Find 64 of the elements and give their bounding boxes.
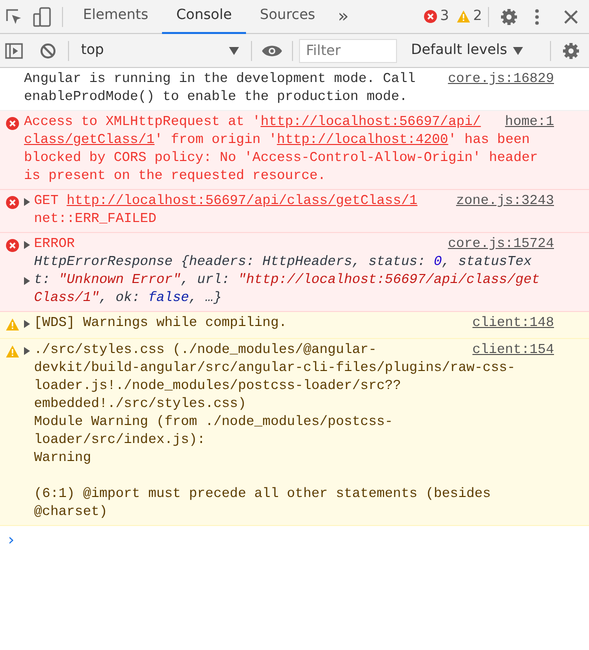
message-text: devkit/build-angular/src/angular-cli-files/plugins/raw-css- xyxy=(34,360,516,378)
expand-triangle-icon[interactable] xyxy=(24,320,30,328)
message-text: HttpErrorResponse {headers: HttpHeaders, status: 0, statusTex xyxy=(34,254,532,272)
source-link[interactable]: core.js:15724 xyxy=(448,236,554,254)
console-prompt[interactable]: › xyxy=(8,530,14,549)
more-options-icon[interactable] xyxy=(535,8,539,24)
message-text: embedded!./src/styles.css) xyxy=(34,396,246,414)
source-link[interactable]: client:154 xyxy=(472,342,554,360)
device-icon[interactable] xyxy=(32,6,52,26)
message-text: Angular is running in the development mode. Call xyxy=(24,71,416,89)
message-text: Module Warning (from ./node_modules/postcss- xyxy=(34,414,393,432)
warning-icon xyxy=(6,318,19,331)
url-link[interactable]: http://localhost:56697/api/ xyxy=(260,115,481,130)
tab[interactable]: Sources xyxy=(246,0,330,34)
warning-icon xyxy=(457,10,470,23)
message-text: ./src/styles.css (./node_modules/@angular- xyxy=(34,342,377,360)
url-link[interactable]: http://localhost:56697/api/class/getClass/1 xyxy=(66,194,418,209)
source-link[interactable]: client:148 xyxy=(472,315,554,333)
warning-count: 2 xyxy=(473,7,482,26)
close-icon[interactable] xyxy=(564,10,578,24)
message-text: t: "Unknown Error", url: "http://localhost:56697/api/class/get xyxy=(34,272,540,290)
message-text: class/getClass/1' from origin 'http://localhost:4200' has been xyxy=(24,132,530,150)
settings-icon[interactable] xyxy=(562,42,580,60)
message-text: ERROR xyxy=(34,236,75,254)
message-text: is present on the requested resource. xyxy=(24,168,326,186)
message-text: Warning xyxy=(34,450,92,468)
expand-triangle-icon[interactable] xyxy=(24,241,30,249)
filter-field[interactable]: Filter xyxy=(299,38,397,62)
tab[interactable]: Elements xyxy=(69,0,162,34)
clear-console-icon[interactable] xyxy=(40,42,56,58)
message-text: enableProdMode() to enable the production mode. xyxy=(24,89,408,107)
message-text: Class/1", ok: false, …} xyxy=(34,290,222,308)
error-icon xyxy=(6,116,19,130)
url-link[interactable]: class/getClass/1 xyxy=(24,133,155,148)
error-icon xyxy=(6,196,19,209)
caret-icon xyxy=(513,46,524,54)
caret-icon xyxy=(229,46,239,54)
warning-icon xyxy=(6,344,19,358)
message-text: loader/src/index.js): xyxy=(34,432,206,450)
expand-triangle-icon[interactable] xyxy=(24,277,30,285)
source-link[interactable]: home:1 xyxy=(505,114,554,132)
message-text: [WDS] Warnings while compiling. xyxy=(34,315,287,333)
message-text: (6:1) @import must precede all other statements (besides xyxy=(34,486,491,504)
log-levels-dropdown[interactable]: Default levels xyxy=(405,39,530,62)
settings-icon[interactable] xyxy=(500,8,518,26)
message-text: GET http://localhost:56697/api/class/getClass/1 xyxy=(34,193,418,211)
source-link[interactable]: zone.js:3243 xyxy=(456,193,554,211)
error-count: 3 xyxy=(440,7,450,26)
more-tabs-button[interactable]: » xyxy=(329,2,358,30)
url-link[interactable]: http://localhost:4200 xyxy=(276,133,448,148)
message-text: blocked by CORS policy: No 'Access-Control-Allow-Origin' header xyxy=(24,150,538,168)
message-text: loader.js!./node_modules/postcss-loader/src?? xyxy=(34,378,402,396)
expand-triangle-icon[interactable] xyxy=(24,198,30,206)
sidebar-toggle-icon[interactable] xyxy=(5,42,23,58)
source-link[interactable]: core.js:16829 xyxy=(448,71,554,89)
message-text: Access to XMLHttpRequest at 'http://localhost:56697/api/ xyxy=(24,114,481,132)
message-text: net::ERR_FAILED xyxy=(34,211,156,229)
expand-triangle-icon[interactable] xyxy=(24,347,30,355)
eye-icon[interactable] xyxy=(261,44,283,58)
context-selector[interactable]: top xyxy=(75,40,245,61)
error-icon xyxy=(6,238,19,252)
message-text: @charset) xyxy=(34,504,108,522)
inspect-icon[interactable] xyxy=(5,8,23,26)
error-icon xyxy=(424,10,438,23)
